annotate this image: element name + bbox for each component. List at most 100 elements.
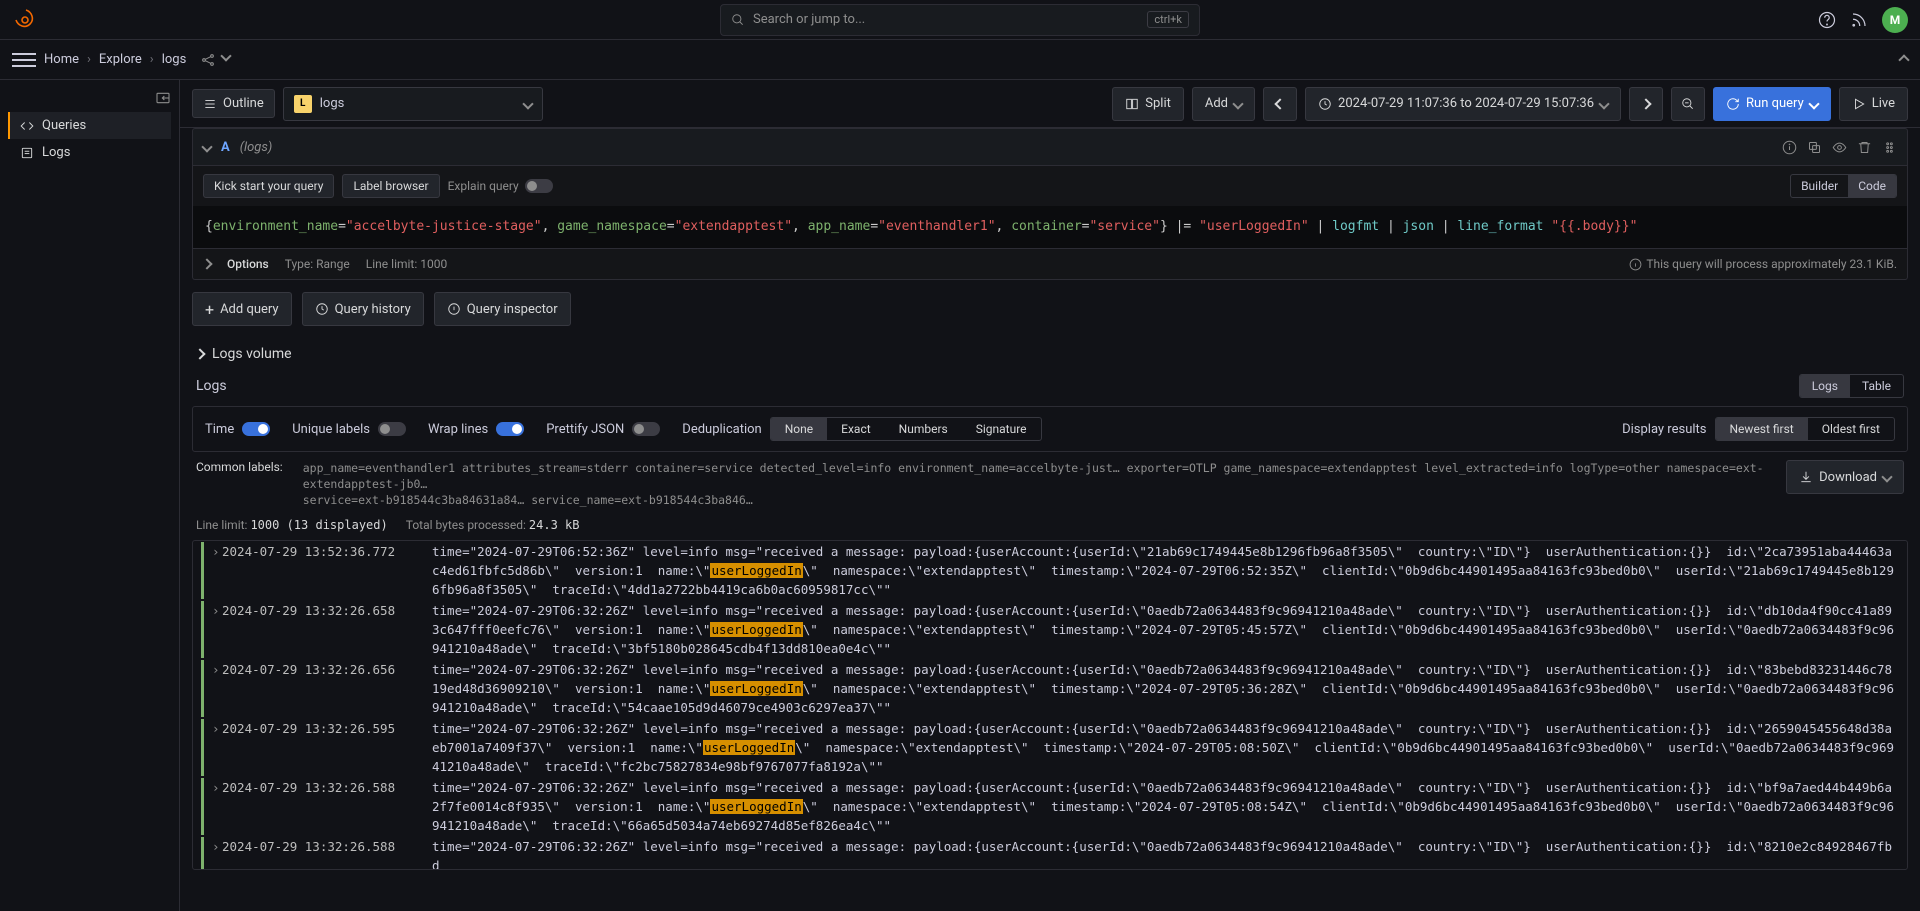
kick-start-button[interactable]: Kick start your query xyxy=(203,174,334,198)
grafana-logo[interactable] xyxy=(12,6,40,34)
zoom-out-icon xyxy=(1681,97,1695,111)
query-header: A (logs) xyxy=(192,128,1908,166)
time-next-button[interactable] xyxy=(1629,87,1663,121)
query-editor[interactable]: {environment_name="accelbyte-justice-sta… xyxy=(192,206,1908,249)
rss-icon[interactable] xyxy=(1850,11,1868,29)
eye-icon[interactable] xyxy=(1832,140,1847,155)
sidebar-item-label: Queries xyxy=(42,118,86,133)
log-line[interactable]: ›2024-07-29 13:32:26.588time="2024-07-29… xyxy=(193,836,1907,870)
query-options: Options Type: Range Line limit: 1000 Thi… xyxy=(192,249,1908,280)
info-icon[interactable] xyxy=(1782,140,1797,155)
level-bar xyxy=(201,601,204,658)
explain-query-toggle[interactable]: Explain query xyxy=(448,179,553,193)
dedup-none[interactable]: None xyxy=(771,418,827,440)
highlight: userLoggedIn xyxy=(710,563,802,578)
line-limit-row: Line limit: 1000 (13 displayed) Total by… xyxy=(192,516,1908,540)
breadcrumb-explore[interactable]: Explore xyxy=(99,52,142,67)
sidebar-item-logs[interactable]: Logs xyxy=(8,139,171,166)
order-segment: Newest first Oldest first xyxy=(1715,417,1896,441)
expand-icon[interactable]: › xyxy=(212,778,222,797)
download-button[interactable]: Download xyxy=(1786,460,1904,494)
collapse-query-icon[interactable] xyxy=(201,141,212,152)
dedup-segment: None Exact Numbers Signature xyxy=(770,417,1042,441)
expand-icon[interactable]: › xyxy=(212,542,222,561)
logs-view-tabs: Logs Table xyxy=(1799,374,1904,398)
logs-header: Logs Logs Table xyxy=(192,370,1908,406)
highlight: userLoggedIn xyxy=(710,799,802,814)
code-tab[interactable]: Code xyxy=(1848,175,1896,197)
sidebar-item-queries[interactable]: Queries xyxy=(8,112,171,139)
tab-table[interactable]: Table xyxy=(1850,375,1903,397)
level-bar xyxy=(201,837,204,870)
zoom-out-button[interactable] xyxy=(1671,87,1705,121)
log-message: time="2024-07-29T06:32:26Z" level=info m… xyxy=(432,660,1899,717)
logs-icon xyxy=(20,146,34,160)
expand-icon[interactable]: › xyxy=(212,660,222,679)
chevron-down-icon xyxy=(1232,98,1243,109)
drag-icon[interactable] xyxy=(1882,140,1897,155)
expand-icon[interactable]: › xyxy=(212,719,222,738)
download-icon xyxy=(1799,470,1813,484)
time-toggle[interactable]: Time xyxy=(205,422,270,437)
breadcrumb-page: logs xyxy=(162,52,187,67)
live-button[interactable]: Live xyxy=(1839,87,1908,121)
expand-options-icon[interactable] xyxy=(201,258,212,269)
chevron-down-icon[interactable] xyxy=(221,50,232,61)
time-range-button[interactable]: 2024-07-29 11:07:36 to 2024-07-29 15:07:… xyxy=(1305,87,1621,121)
outline-button[interactable]: Outline xyxy=(192,89,275,118)
refresh-icon xyxy=(1726,97,1740,111)
query-inspector-button[interactable]: Query inspector xyxy=(434,292,571,326)
log-message: time="2024-07-29T06:32:26Z" level=info m… xyxy=(432,719,1899,776)
left-sidebar: Queries Logs xyxy=(0,80,180,911)
breadcrumb-sep: › xyxy=(150,52,154,67)
unique-toggle[interactable]: Unique labels xyxy=(292,422,406,437)
log-line[interactable]: ›2024-07-29 13:32:26.595time="2024-07-29… xyxy=(193,718,1907,777)
menu-toggle[interactable] xyxy=(12,48,36,72)
chevron-right-icon xyxy=(194,348,205,359)
order-oldest[interactable]: Oldest first xyxy=(1808,418,1894,440)
dedup-numbers[interactable]: Numbers xyxy=(885,418,962,440)
log-line[interactable]: ›2024-07-29 13:52:36.772time="2024-07-29… xyxy=(193,541,1907,600)
level-bar xyxy=(201,778,204,835)
help-icon[interactable] xyxy=(1818,11,1836,29)
log-line[interactable]: ›2024-07-29 13:32:26.656time="2024-07-29… xyxy=(193,659,1907,718)
copy-icon[interactable] xyxy=(1807,140,1822,155)
log-timestamp: 2024-07-29 13:32:26.588 xyxy=(222,837,432,856)
expand-icon[interactable]: › xyxy=(212,601,222,620)
toggle-switch[interactable] xyxy=(525,179,553,193)
logs-volume-header[interactable]: Logs volume xyxy=(192,338,1908,370)
label-browser-button[interactable]: Label browser xyxy=(342,174,439,198)
sidebar-item-label: Logs xyxy=(42,145,70,160)
trash-icon[interactable] xyxy=(1857,140,1872,155)
avatar[interactable]: M xyxy=(1882,7,1908,33)
tab-logs[interactable]: Logs xyxy=(1800,375,1850,397)
collapse-icon[interactable] xyxy=(1898,54,1909,65)
builder-tab[interactable]: Builder xyxy=(1791,175,1848,197)
run-query-button[interactable]: Run query xyxy=(1713,87,1831,121)
log-timestamp: 2024-07-29 13:32:26.656 xyxy=(222,660,432,679)
wrap-toggle[interactable]: Wrap lines xyxy=(428,422,524,437)
log-panel[interactable]: ›2024-07-29 13:52:36.772time="2024-07-29… xyxy=(192,540,1908,870)
global-search[interactable]: Search or jump to... ctrl+k xyxy=(720,4,1200,36)
datasource-picker[interactable]: L logs xyxy=(283,87,543,121)
expand-icon[interactable]: › xyxy=(212,837,222,856)
options-limit: Line limit: 1000 xyxy=(366,257,447,271)
dedup-exact[interactable]: Exact xyxy=(827,418,885,440)
time-prev-button[interactable] xyxy=(1263,87,1297,121)
logs-title: Logs xyxy=(196,378,227,394)
query-history-button[interactable]: Query history xyxy=(302,292,424,326)
builder-code-switch: Builder Code xyxy=(1790,174,1897,198)
log-line[interactable]: ›2024-07-29 13:32:26.588time="2024-07-29… xyxy=(193,777,1907,836)
log-line[interactable]: ›2024-07-29 13:32:26.658time="2024-07-29… xyxy=(193,600,1907,659)
split-button[interactable]: Split xyxy=(1112,87,1184,121)
dedup-signature[interactable]: Signature xyxy=(962,418,1041,440)
add-button[interactable]: Add xyxy=(1192,87,1255,121)
add-query-button[interactable]: +Add query xyxy=(192,292,292,326)
order-newest[interactable]: Newest first xyxy=(1716,418,1808,440)
search-placeholder: Search or jump to... xyxy=(753,12,865,27)
share-icon[interactable] xyxy=(200,52,216,68)
level-bar xyxy=(201,660,204,717)
breadcrumb-home[interactable]: Home xyxy=(44,52,79,67)
dock-icon[interactable] xyxy=(155,90,171,106)
prettify-toggle[interactable]: Prettify JSON xyxy=(546,422,660,437)
